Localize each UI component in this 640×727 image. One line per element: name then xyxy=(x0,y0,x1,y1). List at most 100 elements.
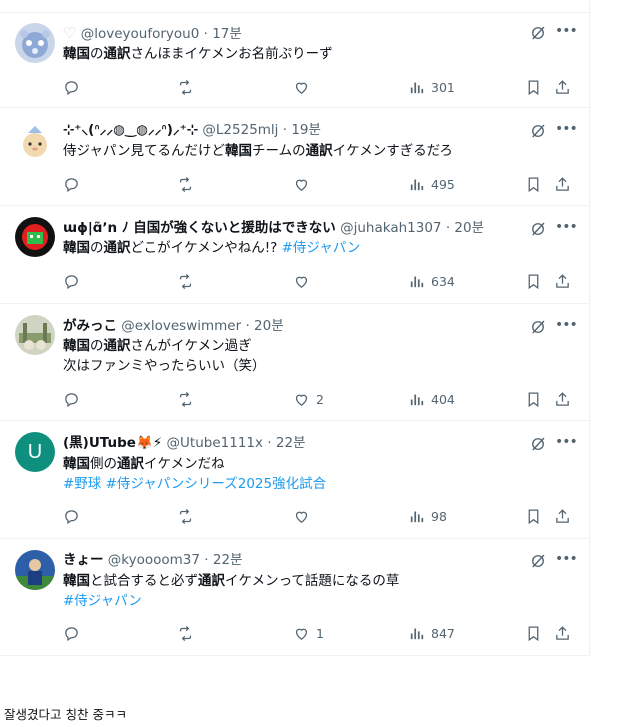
bookmark-icon xyxy=(525,176,542,193)
grok-icon[interactable] xyxy=(529,220,547,238)
views-button[interactable]: 98 xyxy=(408,507,447,525)
display-name[interactable]: ɯɸ|ɑ̃ʼn ﾉ 自国が強くないと援助はできない xyxy=(63,220,336,236)
share-button[interactable] xyxy=(554,78,571,96)
grok-icon[interactable] xyxy=(529,552,547,570)
retweet-button[interactable] xyxy=(177,272,194,290)
user-handle[interactable]: @Utube1111x xyxy=(167,435,263,451)
tweet-time[interactable]: 20분 xyxy=(254,318,284,334)
hashtag-link[interactable]: #侍ジャパンシリーズ2025強化試合 xyxy=(106,476,327,492)
more-icon[interactable]: ••• xyxy=(555,122,578,140)
bookmark-button[interactable] xyxy=(525,624,542,642)
display-name[interactable]: ⊹⁺⸜(ᐢ⸝⸝◍‿◍⸝⸝ᐢ)⸝⁺⊹ xyxy=(63,122,198,138)
more-icon[interactable]: ••• xyxy=(555,220,578,238)
like-button[interactable] xyxy=(293,272,310,290)
display-name[interactable]: (黒)UTube🦊⚡ xyxy=(63,435,162,451)
share-button[interactable] xyxy=(554,390,571,408)
hashtag-link[interactable]: #侍ジャパン xyxy=(63,593,142,609)
avatar[interactable]: U xyxy=(15,432,55,472)
views-button[interactable]: 404 xyxy=(408,390,455,408)
more-icon[interactable]: ••• xyxy=(555,552,578,570)
tweet-card-5[interactable]: U (黒)UTube🦊⚡ @Utube1111x · 22분 ••• 韓国側の通… xyxy=(0,421,589,539)
bookmark-button[interactable] xyxy=(525,78,542,96)
like-button[interactable]: 1 xyxy=(293,624,324,642)
retweet-icon xyxy=(177,79,194,96)
like-button[interactable] xyxy=(293,78,310,96)
heart-emoji: ♡ xyxy=(63,24,77,42)
views-button[interactable]: 634 xyxy=(408,272,455,290)
retweet-button[interactable] xyxy=(177,624,194,642)
display-name[interactable]: きょー xyxy=(63,552,104,568)
retweet-button[interactable] xyxy=(177,175,194,193)
share-icon xyxy=(554,176,571,193)
reply-button[interactable] xyxy=(63,78,80,96)
like-count: 2 xyxy=(316,391,324,407)
tweet-card-6[interactable]: きょー @kyoooom37 · 22분 ••• 韓国と試合すると必ず通訳イケメ… xyxy=(0,539,589,656)
retweet-button[interactable] xyxy=(177,507,194,525)
share-button[interactable] xyxy=(554,624,571,642)
tweet-time[interactable]: 22분 xyxy=(276,435,306,451)
tweet-text: イケメンって話題になるの草 xyxy=(225,573,400,589)
hashtag-link[interactable]: #野球 xyxy=(63,476,101,492)
keyword-highlight: 韓国 xyxy=(63,338,90,354)
view-count: 495 xyxy=(431,176,455,192)
tweet-text: さんほまイケメンお名前ぷりーず xyxy=(130,46,333,62)
tweet-card-1[interactable]: ♡ @loveyouforyou0 · 17분 ••• 韓国の通訳さんほまイケメ… xyxy=(0,12,589,108)
share-button[interactable] xyxy=(554,175,571,193)
user-handle[interactable]: @exloveswimmer xyxy=(121,318,241,334)
tweet-time[interactable]: 20분 xyxy=(454,220,484,236)
more-icon[interactable]: ••• xyxy=(555,24,578,42)
bookmark-button[interactable] xyxy=(525,507,542,525)
bookmark-button[interactable] xyxy=(525,272,542,290)
like-button[interactable] xyxy=(293,175,310,193)
grok-icon[interactable] xyxy=(529,24,547,42)
bookmark-button[interactable] xyxy=(525,175,542,193)
reply-icon xyxy=(63,176,80,193)
views-button[interactable]: 847 xyxy=(408,624,455,642)
avatar[interactable] xyxy=(15,315,55,355)
avatar[interactable] xyxy=(15,550,55,590)
retweet-button[interactable] xyxy=(177,390,194,408)
retweet-icon xyxy=(177,273,194,290)
bookmark-button[interactable] xyxy=(525,390,542,408)
user-handle[interactable]: @kyoooom37 xyxy=(108,552,200,568)
tweet-card-3[interactable]: ɯɸ|ɑ̃ʼn ﾉ 自国が強くないと援助はできない @juhakah1307 ·… xyxy=(0,206,589,304)
keyword-highlight: 通訳 xyxy=(117,456,144,472)
reply-icon xyxy=(63,508,80,525)
tweet-card-4[interactable]: がみっこ @exloveswimmer · 20분 ••• 韓国の通訳さんがイケ… xyxy=(0,304,589,421)
tweet-time[interactable]: 22분 xyxy=(213,552,243,568)
tweet-time[interactable]: 19분 xyxy=(291,122,321,138)
reply-button[interactable] xyxy=(63,390,80,408)
reply-button[interactable] xyxy=(63,272,80,290)
views-button[interactable]: 495 xyxy=(408,175,455,193)
display-name[interactable]: がみっこ xyxy=(63,318,117,334)
grok-icon[interactable] xyxy=(529,318,547,336)
views-button[interactable]: 301 xyxy=(408,78,455,96)
reply-button[interactable] xyxy=(63,507,80,525)
keyword-highlight: 通訳 xyxy=(103,46,131,62)
like-button[interactable] xyxy=(293,507,310,525)
share-button[interactable] xyxy=(554,507,571,525)
grok-icon[interactable] xyxy=(529,122,547,140)
grok-icon[interactable] xyxy=(529,435,547,453)
keyword-highlight: 韓国 xyxy=(63,240,90,256)
reply-button[interactable] xyxy=(63,175,80,193)
user-handle[interactable]: @juhakah1307 xyxy=(340,220,441,236)
bookmark-icon xyxy=(525,273,542,290)
more-icon[interactable]: ••• xyxy=(555,435,578,453)
like-button[interactable]: 2 xyxy=(293,390,324,408)
share-icon xyxy=(554,508,571,525)
tweet-text-line: 韓国の通訳さんほまイケメンお名前ぷりーず xyxy=(63,45,333,64)
share-button[interactable] xyxy=(554,272,571,290)
more-icon[interactable]: ••• xyxy=(555,318,578,336)
share-icon xyxy=(554,273,571,290)
tweet-card-2[interactable]: ⊹⁺⸜(ᐢ⸝⸝◍‿◍⸝⸝ᐢ)⸝⁺⊹ @L2525mlj · 19분 ••• 侍ジ… xyxy=(0,108,589,206)
hashtag-link[interactable]: #侍ジャパン xyxy=(282,240,361,256)
avatar[interactable] xyxy=(15,217,55,257)
avatar[interactable] xyxy=(15,122,55,162)
retweet-button[interactable] xyxy=(177,78,194,96)
tweet-time[interactable]: 17분 xyxy=(212,26,242,42)
reply-button[interactable] xyxy=(63,624,80,642)
user-handle[interactable]: @loveyouforyou0 xyxy=(81,26,200,42)
user-handle[interactable]: @L2525mlj xyxy=(202,122,278,138)
avatar[interactable] xyxy=(15,23,55,63)
